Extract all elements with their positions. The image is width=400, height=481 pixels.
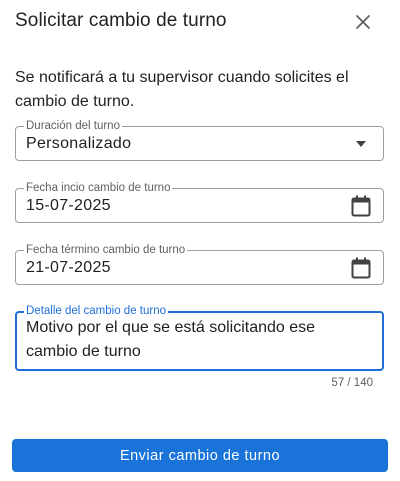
end-date-label: Fecha término cambio de turno [24,243,188,257]
end-date-calendar-button[interactable] [349,256,373,280]
start-date-label: Fecha incio cambio de turno [24,181,173,195]
shift-duration-select[interactable]: Duración del turno Personalizado [15,119,384,161]
end-date-field[interactable]: Fecha término cambio de turno 21-07-2025 [15,243,384,285]
start-date-calendar-button[interactable] [349,194,373,218]
end-date-value[interactable]: 21-07-2025 [26,259,111,277]
close-button[interactable] [350,9,376,35]
detail-textarea[interactable]: Motivo por el que se está solicitando es… [26,316,371,368]
start-date-value[interactable]: 15-07-2025 [26,197,111,215]
close-icon[interactable] [355,14,371,30]
calendar-icon[interactable] [351,257,371,279]
submit-shift-change-button[interactable]: Enviar cambio de turno [12,439,388,472]
start-date-field[interactable]: Fecha incio cambio de turno 15-07-2025 [15,181,384,223]
calendar-icon[interactable] [351,195,371,217]
detail-field[interactable]: Detalle del cambio de turno Motivo por e… [15,304,384,371]
dialog-title: Solicitar cambio de turno [15,10,227,31]
character-counter: 57 / 140 [331,377,373,389]
dropdown-button[interactable] [353,133,369,155]
shift-duration-value[interactable]: Personalizado [26,135,131,153]
shift-duration-label: Duración del turno [24,119,122,133]
dialog-message: Se notificará a tu supervisor cuando sol… [15,69,349,110]
dropdown-arrow-icon[interactable] [356,141,366,147]
